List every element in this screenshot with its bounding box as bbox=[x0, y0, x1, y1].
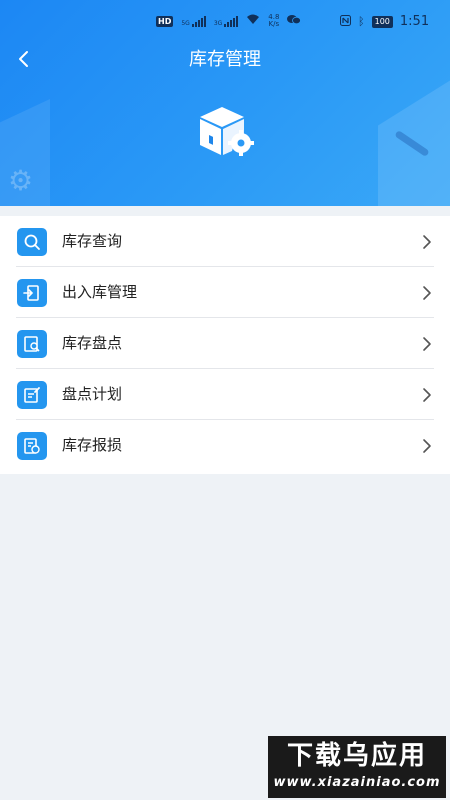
speed-unit: K/s bbox=[268, 20, 280, 28]
menu-item-stocktake-plan[interactable]: 盘点计划 bbox=[0, 369, 450, 420]
menu-item-stocktake[interactable]: 库存盘点 bbox=[0, 318, 450, 369]
menu-item-inbound-outbound[interactable]: 出入库管理 bbox=[0, 267, 450, 318]
watermark-logo: 下载乌应用 www.xiazainiao.com bbox=[268, 736, 446, 798]
decorative-gear-icon: ⚙ bbox=[8, 164, 34, 197]
menu-item-label: 出入库管理 bbox=[62, 283, 138, 301]
menu-item-damage-report[interactable]: 库存报损 bbox=[0, 420, 450, 471]
stocktake-icon bbox=[17, 330, 47, 358]
menu-item-label: 库存查询 bbox=[62, 232, 123, 250]
signal-icon-2: 3G bbox=[213, 15, 239, 27]
menu-item-label: 盘点计划 bbox=[62, 385, 123, 403]
chevron-right-icon bbox=[423, 235, 431, 249]
hd-badge: HD bbox=[156, 15, 174, 27]
status-bar: HD 5G 3G 4.8 K/s ᛒ 100 1:51 bbox=[0, 10, 450, 34]
decorative-box-right bbox=[378, 50, 450, 206]
clock: 1:51 bbox=[399, 14, 430, 29]
menu-list: 库存查询 出入库管理 库存盘点 盘点计划 库存报损 bbox=[0, 216, 450, 474]
menu-item-label: 库存报损 bbox=[62, 436, 123, 454]
menu-item-inventory-query[interactable]: 库存查询 bbox=[0, 216, 450, 267]
bluetooth-icon: ᛒ bbox=[358, 15, 365, 28]
box-gear-icon bbox=[200, 107, 254, 156]
network-speed: 4.8 K/s bbox=[268, 14, 279, 28]
search-icon bbox=[17, 228, 47, 256]
nfc-icon bbox=[340, 14, 351, 29]
plan-edit-icon bbox=[17, 381, 47, 409]
chevron-right-icon bbox=[423, 337, 431, 351]
signal-icon: 5G bbox=[181, 15, 206, 27]
watermark-title: 下载乌应用 bbox=[286, 741, 427, 771]
network-type-label-2: 3G bbox=[213, 19, 223, 27]
wifi-icon bbox=[246, 14, 260, 28]
network-type-label: 5G bbox=[181, 19, 190, 27]
chevron-right-icon bbox=[423, 439, 431, 453]
chevron-right-icon bbox=[423, 388, 431, 402]
menu-item-label: 库存盘点 bbox=[62, 334, 123, 352]
watermark-url: www.xiazainiao.com bbox=[273, 775, 441, 790]
header-banner: ⚙ HD 5G 3G 4.8 K/s ᛒ 100 1:51 库存管理 bbox=[0, 0, 450, 206]
battery-indicator: 100 bbox=[371, 15, 393, 28]
inbound-outbound-icon bbox=[17, 279, 47, 307]
damage-report-icon bbox=[17, 432, 47, 460]
chevron-right-icon bbox=[423, 286, 431, 300]
page-title: 库存管理 bbox=[189, 49, 261, 70]
wechat-icon bbox=[287, 14, 302, 28]
